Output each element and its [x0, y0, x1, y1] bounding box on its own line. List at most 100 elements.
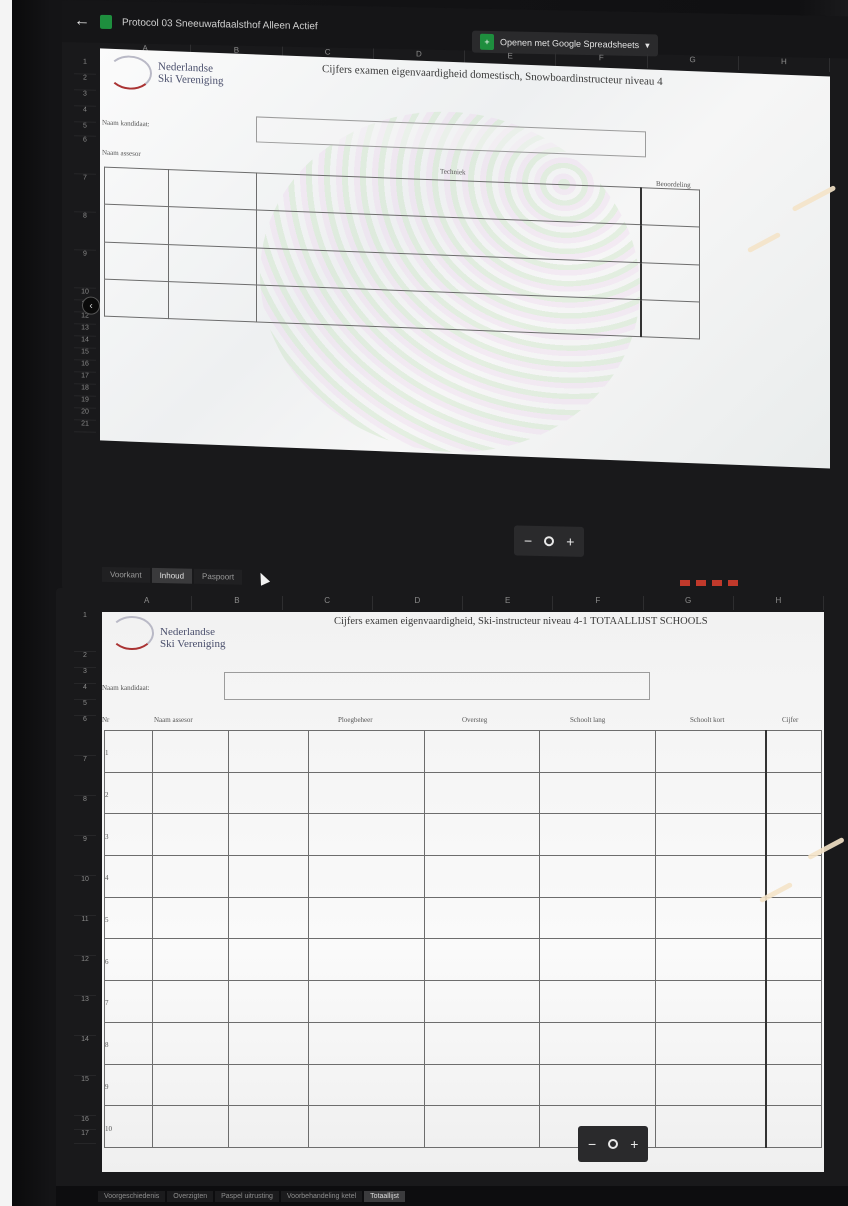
table-cell[interactable] — [227, 938, 309, 982]
table-cell[interactable] — [655, 730, 767, 773]
table-cell[interactable] — [655, 938, 767, 982]
table-cell[interactable] — [227, 896, 309, 940]
table-cell[interactable] — [640, 299, 700, 339]
plus-icon[interactable]: + — [630, 1136, 638, 1152]
table-cell[interactable] — [151, 1105, 229, 1148]
tab-voorbehandeling-ketel[interactable]: Voorbehandeling ketel — [280, 1190, 363, 1202]
table-cell[interactable] — [539, 1063, 657, 1107]
table-cell[interactable] — [227, 771, 309, 815]
tab-paspoort[interactable]: Paspoort — [194, 568, 243, 585]
table-cell[interactable] — [151, 1063, 229, 1107]
candidate-field[interactable] — [224, 672, 650, 700]
row-number-cell[interactable]: 6 — [104, 938, 153, 982]
table-cell[interactable] — [539, 855, 657, 898]
table-cell[interactable] — [655, 855, 767, 898]
table-cell[interactable] — [307, 730, 425, 773]
table-cell[interactable] — [307, 896, 425, 940]
table-cell[interactable] — [307, 1105, 425, 1148]
row-number-cell[interactable]: 8 — [104, 1021, 153, 1065]
chevron-left-icon[interactable]: ‹ — [82, 296, 100, 315]
minus-icon[interactable]: − — [524, 533, 532, 549]
table-cell[interactable] — [151, 730, 229, 773]
table-cell[interactable] — [640, 224, 700, 265]
row-number-cell[interactable]: 9 — [104, 1063, 153, 1107]
table-cell[interactable] — [151, 771, 229, 815]
table-cell[interactable] — [765, 813, 822, 857]
table-cell[interactable] — [640, 187, 700, 228]
chevron-down-icon[interactable]: ▾ — [645, 40, 650, 51]
table-cell[interactable] — [307, 1063, 425, 1107]
table-cell[interactable] — [539, 813, 657, 857]
table-cell[interactable] — [765, 980, 822, 1023]
table-cell[interactable] — [423, 813, 541, 857]
tab-inhoud[interactable]: Inhoud — [151, 567, 193, 584]
minus-icon[interactable]: − — [588, 1136, 596, 1152]
table-cell[interactable] — [765, 896, 822, 940]
table-cell[interactable] — [151, 980, 229, 1023]
table-cell[interactable] — [765, 771, 822, 815]
table-cell[interactable] — [423, 855, 541, 898]
table-cell[interactable] — [765, 1105, 822, 1148]
table-cell[interactable] — [765, 1063, 822, 1107]
table-cell[interactable] — [104, 167, 169, 207]
table-cell[interactable] — [307, 980, 425, 1023]
row-number-cell[interactable]: 3 — [104, 813, 153, 857]
table-cell[interactable] — [104, 241, 169, 282]
table-cell[interactable] — [227, 1063, 309, 1107]
magnifier-icon[interactable] — [544, 536, 555, 547]
table-cell[interactable] — [539, 730, 657, 773]
table-cell[interactable] — [168, 244, 257, 285]
table-cell[interactable] — [227, 1021, 309, 1065]
row-number-cell[interactable]: 7 — [104, 980, 153, 1023]
tab-totaallijst[interactable]: Totaallijst — [364, 1190, 405, 1202]
row-number-cell[interactable]: 10 — [104, 1105, 153, 1148]
table-cell[interactable] — [151, 855, 229, 898]
plus-icon[interactable]: + — [566, 534, 574, 550]
table-cell[interactable] — [168, 281, 257, 322]
table-cell[interactable] — [423, 1105, 541, 1148]
table-cell[interactable] — [539, 1021, 657, 1065]
table-cell[interactable] — [168, 206, 257, 248]
table-cell[interactable] — [765, 730, 822, 773]
candidate-field[interactable] — [256, 116, 646, 158]
table-cell[interactable] — [227, 813, 309, 857]
table-cell[interactable] — [104, 278, 169, 319]
table-cell[interactable] — [307, 771, 425, 815]
table-cell[interactable] — [307, 938, 425, 982]
table-cell[interactable] — [423, 896, 541, 940]
table-cell[interactable] — [655, 771, 767, 815]
table-cell[interactable] — [539, 771, 657, 815]
table-cell[interactable] — [655, 1021, 767, 1065]
table-cell[interactable] — [655, 980, 767, 1023]
tab-overzigten[interactable]: Overzigten — [167, 1190, 214, 1202]
row-number-cell[interactable]: 1 — [104, 730, 153, 773]
table-cell[interactable] — [151, 813, 229, 857]
table-cell[interactable] — [104, 204, 169, 245]
table-cell[interactable] — [151, 896, 229, 940]
tab-voorkant[interactable]: Voorkant — [102, 566, 150, 583]
table-cell[interactable] — [227, 855, 309, 898]
table-cell[interactable] — [655, 1105, 767, 1148]
row-number-cell[interactable]: 4 — [104, 855, 153, 898]
table-cell[interactable] — [151, 938, 229, 982]
table-cell[interactable] — [423, 1021, 541, 1065]
table-cell[interactable] — [307, 1021, 425, 1065]
table-cell[interactable] — [307, 813, 425, 857]
table-cell[interactable] — [227, 730, 309, 773]
table-cell[interactable] — [765, 938, 822, 982]
magnifier-icon[interactable] — [608, 1139, 619, 1149]
table-cell[interactable] — [423, 980, 541, 1023]
row-number-cell[interactable]: 2 — [104, 771, 153, 815]
table-cell[interactable] — [655, 1063, 767, 1107]
table-cell[interactable] — [539, 896, 657, 940]
table-cell[interactable] — [168, 169, 257, 211]
table-cell[interactable] — [423, 1063, 541, 1107]
table-cell[interactable] — [765, 1021, 822, 1065]
table-cell[interactable] — [655, 813, 767, 857]
table-cell[interactable] — [227, 1105, 309, 1148]
table-cell[interactable] — [423, 771, 541, 815]
tab-paspel-uitrusting[interactable]: Paspel uitrusting — [215, 1190, 279, 1202]
table-cell[interactable] — [539, 980, 657, 1023]
row-number-cell[interactable]: 5 — [104, 896, 153, 940]
back-arrow-icon[interactable]: ← — [74, 12, 90, 30]
